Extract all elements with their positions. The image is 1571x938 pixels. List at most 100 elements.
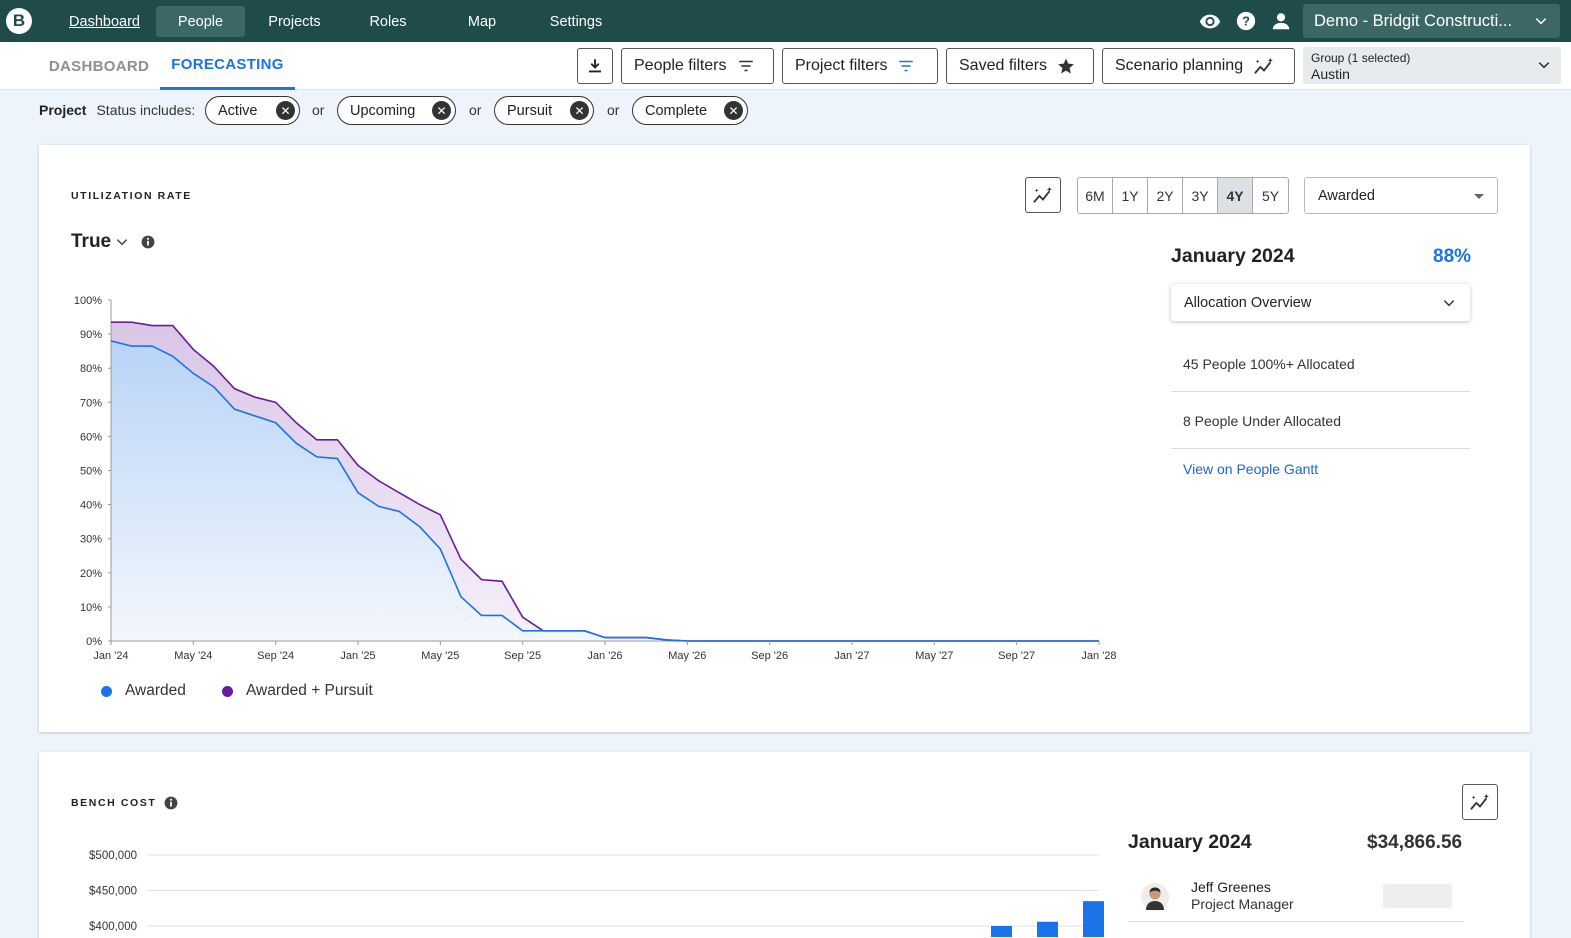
- bench-total-value: $34,866.56: [1367, 832, 1463, 853]
- bench-cost-card: BENCH COST $500,000 $450,000 $400,000 Janu…: [39, 752, 1530, 938]
- allocation-overview-dropdown[interactable]: Allocation Overview: [1171, 284, 1470, 321]
- people-filters-label: People filters: [634, 57, 727, 74]
- range-5y[interactable]: 5Y: [1253, 178, 1288, 213]
- bench-person-row[interactable]: Jeff Greenes Project Manager: [1128, 877, 1464, 922]
- saved-filters-button[interactable]: Saved filters: [946, 48, 1094, 84]
- close-icon[interactable]: ✕: [570, 101, 589, 120]
- filter-chip-pursuit[interactable]: Pursuit ✕: [494, 96, 594, 125]
- bench-cost-chart: $500,000 $450,000 $400,000: [89, 850, 1104, 937]
- download-icon: [589, 59, 601, 73]
- x-tick-label: Jan '25: [340, 650, 375, 662]
- x-tick-label: Sep '24: [257, 650, 294, 662]
- eye-icon[interactable]: [1199, 10, 1221, 32]
- nav-people[interactable]: People: [156, 6, 245, 37]
- info-icon[interactable]: [164, 796, 178, 810]
- y-tick-label: 0%: [86, 636, 102, 648]
- tab-dashboard[interactable]: DASHBOARD: [38, 42, 160, 90]
- filter-entity-label: Project: [39, 102, 87, 118]
- group-selector-value: Austin: [1311, 66, 1350, 82]
- close-icon[interactable]: ✕: [432, 101, 451, 120]
- nav-map[interactable]: Map: [438, 6, 526, 37]
- bridgit-logo[interactable]: B: [6, 8, 32, 34]
- nav-settings[interactable]: Settings: [532, 6, 620, 37]
- y-tick-label: 60%: [80, 431, 102, 443]
- group-selector[interactable]: Group (1 selected) Austin: [1303, 47, 1561, 84]
- y-tick-label: 40%: [80, 500, 102, 512]
- chevron-down-icon: [1538, 62, 1550, 69]
- stat-over-allocated: 45 People 100%+ Allocated: [1171, 336, 1470, 392]
- bench-title: BENCH COST: [71, 797, 157, 809]
- range-2y[interactable]: 2Y: [1148, 178, 1183, 213]
- x-tick-label: Jan '28: [1081, 650, 1116, 662]
- range-1y[interactable]: 1Y: [1113, 178, 1148, 213]
- download-button[interactable]: [577, 48, 613, 84]
- chip-label: Active: [218, 102, 258, 119]
- person-cost-placeholder: [1383, 884, 1452, 908]
- chevron-down-icon: [1443, 300, 1455, 307]
- account-selector[interactable]: Demo - Bridgit Constructi...: [1303, 4, 1560, 38]
- dropdown-value: Awarded: [1318, 187, 1375, 204]
- person-role: Project Manager: [1191, 896, 1294, 912]
- y-tick-label: $500,000: [89, 850, 137, 862]
- utilization-chart: 0% 10% 20% 30% 40% 50% 60% 70% 80% 90% 100% Jan '24…: [74, 295, 1117, 662]
- project-type-dropdown[interactable]: Awarded: [1304, 177, 1498, 214]
- stat-under-allocated: 8 People Under Allocated: [1171, 393, 1470, 449]
- group-selector-label: Group (1 selected): [1311, 51, 1411, 65]
- scenario-planning-button[interactable]: Scenario planning: [1102, 48, 1295, 84]
- people-gantt-link[interactable]: View on People Gantt: [1183, 461, 1318, 477]
- bench-bar: [1083, 901, 1104, 937]
- filter-chip-upcoming[interactable]: Upcoming ✕: [337, 96, 456, 125]
- utilization-rate-value: 88%: [1433, 246, 1472, 267]
- nav-dashboard[interactable]: Dashboard: [57, 6, 152, 37]
- range-4y[interactable]: 4Y: [1218, 178, 1253, 213]
- filter-chip-complete[interactable]: Complete ✕: [632, 96, 748, 125]
- legend-dot-pursuit: [222, 685, 233, 697]
- x-tick-label: Jan '24: [93, 650, 128, 662]
- y-tick-label: 30%: [80, 534, 102, 546]
- mode-value: True: [71, 231, 112, 252]
- legend-label: Awarded: [125, 682, 186, 699]
- range-selector: 6M 1Y 2Y 3Y 4Y 5Y: [1077, 177, 1289, 214]
- or-separator: or: [607, 102, 620, 118]
- selected-period: January 2024: [1171, 245, 1295, 267]
- legend-awarded-pursuit[interactable]: Awarded + Pursuit: [222, 682, 373, 700]
- close-icon[interactable]: ✕: [724, 101, 743, 120]
- filter-icon: [899, 60, 914, 72]
- or-separator: or: [469, 102, 482, 118]
- x-tick-label: May '25: [421, 650, 459, 662]
- tab-forecasting[interactable]: FORECASTING: [160, 42, 295, 90]
- legend-awarded[interactable]: Awarded: [101, 682, 186, 700]
- info-icon[interactable]: [141, 235, 155, 249]
- range-6m[interactable]: 6M: [1078, 178, 1113, 213]
- bench-bar: [1037, 921, 1058, 937]
- chip-label: Pursuit: [507, 102, 553, 119]
- filter-status-label: Status includes:: [96, 102, 196, 118]
- user-icon[interactable]: [1270, 10, 1292, 32]
- allocation-dropdown-label: Allocation Overview: [1184, 294, 1312, 311]
- sub-toolbar: DASHBOARD FORECASTING People filters Pro…: [0, 42, 1571, 90]
- range-3y[interactable]: 3Y: [1183, 178, 1218, 213]
- scenario-chart-button[interactable]: [1025, 177, 1061, 213]
- svg-text:?: ?: [1242, 14, 1250, 29]
- x-tick-label: May '24: [174, 650, 212, 662]
- nav-roles[interactable]: Roles: [344, 6, 432, 37]
- scenario-chart-button[interactable]: [1462, 784, 1498, 820]
- chevron-down-icon: [1535, 18, 1547, 25]
- y-tick-label: 100%: [74, 295, 102, 307]
- utilization-mode-selector[interactable]: True: [71, 231, 155, 253]
- bench-period: January 2024: [1128, 831, 1252, 853]
- top-nav: B Dashboard People Projects Roles Map Se…: [0, 0, 1571, 42]
- close-icon[interactable]: ✕: [276, 101, 295, 120]
- scenario-planning-label: Scenario planning: [1115, 57, 1244, 74]
- filter-chip-active[interactable]: Active ✕: [205, 96, 300, 125]
- awarded-area: [111, 340, 1099, 641]
- x-tick-label: Sep '25: [504, 650, 541, 662]
- account-name: Demo - Bridgit Constructi...: [1314, 11, 1513, 30]
- chip-label: Complete: [645, 102, 708, 119]
- project-filters-button[interactable]: Project filters: [782, 48, 938, 84]
- nav-projects[interactable]: Projects: [251, 6, 338, 37]
- y-tick-label: 90%: [80, 329, 102, 341]
- help-icon[interactable]: ?: [1235, 10, 1257, 32]
- people-filters-button[interactable]: People filters: [621, 48, 774, 84]
- y-tick-label: 20%: [80, 568, 102, 580]
